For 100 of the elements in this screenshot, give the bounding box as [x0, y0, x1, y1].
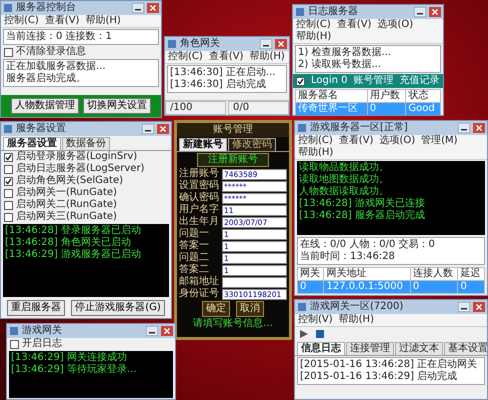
- tab[interactable]: 信息日志: [297, 342, 345, 355]
- toolbar-label: Login 0: [311, 75, 348, 87]
- tab[interactable]: 新建账号: [179, 138, 227, 151]
- window-title: 日志服务器: [308, 6, 359, 18]
- log-line: 读取地图数据成功。: [299, 174, 390, 186]
- tab[interactable]: 服务器设置: [3, 137, 61, 150]
- log-line: [13:46:30] 正在启动...: [170, 67, 276, 78]
- checkbox-label: 启动登录服务器(LoginSrv): [16, 151, 138, 162]
- menu-item[interactable]: 控制(V): [298, 314, 333, 326]
- window-title: 游戏网关一区(7200): [310, 301, 404, 313]
- log-line: [13:46:28] 角色网关已启动: [5, 237, 132, 248]
- action-button[interactable]: 取消: [236, 301, 264, 317]
- menu-item[interactable]: 帮助(H): [338, 314, 374, 326]
- menu-item[interactable]: 控制(C): [168, 51, 203, 63]
- log-line: [13:46:29] 游戏服务器已启动: [5, 249, 142, 261]
- checkbox[interactable]: [4, 152, 13, 162]
- window-title: 账号管理: [213, 124, 253, 136]
- checkbox[interactable]: [4, 200, 13, 210]
- minimize-icon[interactable]: [458, 123, 470, 133]
- checkbox-label: 启动网关一(RunGate): [16, 187, 117, 198]
- menu-item[interactable]: 选项(O): [377, 19, 414, 31]
- log-line: 1) 检查服务器数据...: [298, 47, 392, 58]
- menu-item[interactable]: 查看(V): [44, 15, 80, 27]
- menu-item[interactable]: 帮助(H): [296, 31, 332, 43]
- form-title: 注册新账号: [197, 153, 269, 167]
- window-title: 服务器设置: [16, 123, 67, 135]
- field-label: 问题二: [179, 252, 210, 264]
- log-line: [2015-01-16 13:46:28] 正在启动网关: [300, 359, 478, 370]
- log-line: [13:46:29] 网关连接成功: [11, 352, 128, 364]
- action-button[interactable]: 人物数据管理: [11, 98, 79, 114]
- minimize-icon[interactable]: [458, 302, 470, 312]
- field-label: 用户名字: [179, 204, 220, 216]
- log-line: [13:46:28] 游戏网关已连接: [299, 198, 426, 210]
- close-icon[interactable]: [429, 7, 441, 17]
- menu-item[interactable]: 查看(V): [338, 135, 374, 147]
- close-icon[interactable]: [275, 39, 287, 49]
- status-cell: 0/0: [228, 101, 289, 115]
- table-cell: 0: [458, 280, 484, 294]
- close-icon[interactable]: [473, 302, 485, 312]
- checkbox[interactable]: [4, 176, 13, 186]
- action-button[interactable]: 切换网关设置: [83, 98, 151, 114]
- log-line: [2015-01-16 13:46:29] 启动完成: [300, 371, 458, 383]
- stop-icon[interactable]: [315, 329, 325, 339]
- minimize-icon[interactable]: [260, 39, 272, 49]
- table-cell: 0: [410, 280, 458, 294]
- close-icon[interactable]: [147, 3, 159, 13]
- app-icon: [297, 123, 307, 133]
- menu-item[interactable]: 查看(V): [336, 19, 372, 31]
- input-field[interactable]: [222, 276, 287, 288]
- field-label: 答案一: [179, 240, 210, 252]
- log-line: [13:46:29] 等待玩家登录...: [11, 364, 138, 376]
- field-label: 答案二: [179, 264, 210, 276]
- close-icon[interactable]: [161, 326, 173, 336]
- minimize-icon[interactable]: [132, 3, 144, 13]
- window-title: 服务器控制台: [16, 2, 77, 14]
- checkbox[interactable]: [4, 188, 13, 198]
- menu-item[interactable]: 控制(C): [298, 135, 333, 147]
- checkbox[interactable]: [4, 48, 13, 56]
- tab[interactable]: 数据备份: [62, 137, 110, 150]
- tab[interactable]: 过滤文本: [395, 342, 443, 355]
- checkbox[interactable]: [10, 340, 19, 348]
- action-button[interactable]: 停止游戏服务器(G): [71, 300, 165, 316]
- checkbox[interactable]: [4, 212, 13, 222]
- checkbox-label: 启动角色网关(SelGate): [16, 175, 124, 186]
- window-title: 游戏网关: [22, 325, 63, 337]
- menu-item[interactable]: 帮助(H): [249, 51, 285, 63]
- play-icon[interactable]: [299, 329, 309, 339]
- minimize-icon[interactable]: [414, 7, 426, 17]
- checkbox-label: 启动网关二(RunGate): [16, 199, 117, 210]
- checkbox-label: 不清除登录信息: [16, 46, 86, 58]
- tab[interactable]: 修改密码: [228, 138, 276, 151]
- log-line: [13:46:28] 登录服务器已启动: [5, 225, 142, 236]
- menu-item[interactable]: 选项(O): [379, 135, 416, 147]
- window-title: 角色网关: [180, 38, 221, 50]
- app-icon: [3, 3, 13, 13]
- minimize-icon[interactable]: [142, 124, 154, 134]
- log-line: [13:46:28] 服务器启动完成: [299, 210, 426, 222]
- menu-item[interactable]: 帮助(H): [298, 147, 334, 159]
- menu-item[interactable]: 控制(C): [4, 15, 39, 27]
- field-label: 确认密码: [179, 192, 220, 204]
- action-button[interactable]: 重启服务器: [7, 300, 66, 316]
- menu-item[interactable]: 查看(V): [208, 51, 244, 63]
- log-line: 当前连接：0 连接数：1: [6, 31, 113, 43]
- action-button[interactable]: 确定: [202, 301, 230, 317]
- menu-item[interactable]: 帮助(H): [85, 15, 121, 27]
- log-line: 正在加载服务器数据...: [6, 61, 107, 72]
- minimize-icon[interactable]: [146, 326, 158, 336]
- field-label: 身份证号: [179, 288, 220, 300]
- log-line: 2) 读取账号数据...: [298, 59, 382, 71]
- checkbox[interactable]: [296, 76, 305, 86]
- app-icon: [167, 39, 177, 49]
- column-header: 网关: [298, 268, 324, 280]
- close-icon[interactable]: [473, 123, 485, 133]
- close-icon[interactable]: [157, 124, 169, 134]
- menu-item[interactable]: 控制(C): [296, 19, 331, 31]
- window-title: 游戏服务器一区[正常]: [310, 122, 409, 134]
- checkbox[interactable]: [4, 164, 13, 174]
- tab[interactable]: 连接管理: [346, 342, 394, 355]
- table-cell: 传奇世界一区: [296, 102, 368, 115]
- menu-item[interactable]: 管理(M): [421, 135, 458, 147]
